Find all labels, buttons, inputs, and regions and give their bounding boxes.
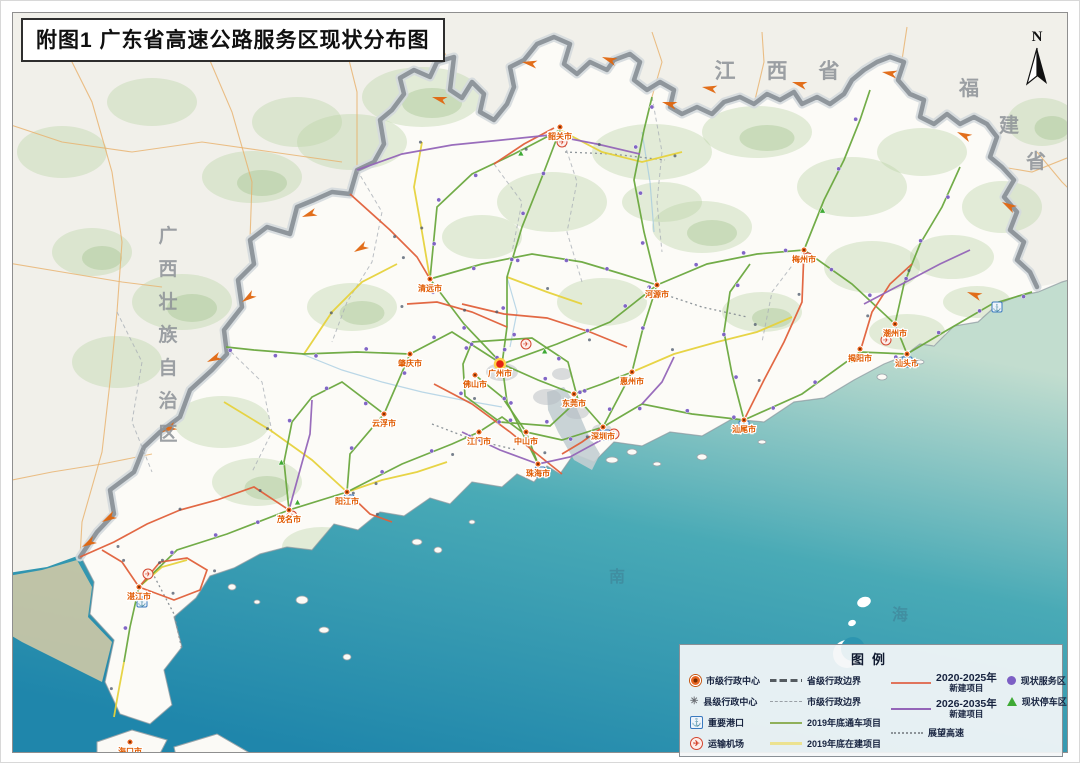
legend: 图例 市级行政中心 ✳ 县级行政中心 ⚓ 重要港口 ✈ 运输机场 xyxy=(679,644,1063,757)
legend-label: 现状停车区 xyxy=(1022,695,1067,708)
svg-text:茂名市: 茂名市 xyxy=(277,514,301,524)
legend-item: 2026-2035年 新建项目 xyxy=(891,696,997,722)
north-arrow-icon xyxy=(1024,46,1050,88)
dotted-line-icon xyxy=(891,732,923,734)
north-arrow: N xyxy=(1017,29,1057,93)
legend-col-projects: 2020-2025年 新建项目 2026-2035年 新建项目 展望高速 xyxy=(891,670,997,754)
legend-item: 市级行政边界 xyxy=(770,691,881,712)
legend-label: 2026-2035年 新建项目 xyxy=(936,699,997,719)
legend-item: 展望高速 xyxy=(891,722,997,743)
legend-label: 市级行政中心 xyxy=(706,674,760,687)
svg-text:✈: ✈ xyxy=(523,342,529,349)
svg-text:江: 江 xyxy=(715,60,736,83)
legend-label: 展望高速 xyxy=(928,726,964,739)
legend-item: ✳ 县级行政中心 xyxy=(690,691,760,712)
svg-text:汕头市: 汕头市 xyxy=(895,358,919,368)
svg-text:汕尾市: 汕尾市 xyxy=(732,424,756,434)
svg-text:惠州市: 惠州市 xyxy=(620,376,644,386)
legend-item: 市级行政中心 xyxy=(690,670,760,691)
airport-icon: ✈ xyxy=(690,737,703,750)
svg-text:韶关市: 韶关市 xyxy=(548,131,572,141)
svg-text:云浮市: 云浮市 xyxy=(372,418,396,428)
province-boundary-line-icon xyxy=(770,679,802,682)
legend-item: 现状服务区 xyxy=(1007,670,1067,691)
svg-text:江门市: 江门市 xyxy=(467,436,491,446)
svg-text:河源市: 河源市 xyxy=(645,289,669,299)
svg-text:建: 建 xyxy=(999,113,1019,137)
legend-item: ✈ 运输机场 xyxy=(690,733,760,754)
svg-text:阳江市: 阳江市 xyxy=(335,496,359,506)
legend-label: 现状服务区 xyxy=(1021,674,1066,687)
legend-col-points: 市级行政中心 ✳ 县级行政中心 ⚓ 重要港口 ✈ 运输机场 xyxy=(690,670,760,754)
screenshot-root: ⚓⚓⚓⚓⚓⚓⚓✈✈✈✈✈✈✈广州市韶关市清远市河源市梅州市潮州市汕头市揭阳市汕尾… xyxy=(0,0,1080,763)
legend-label: 县级行政中心 xyxy=(703,695,757,708)
north-label: N xyxy=(1017,29,1057,46)
svg-text:肇庆市: 肇庆市 xyxy=(397,358,422,368)
service-area-dot-icon xyxy=(1007,676,1016,685)
svg-text:中山市: 中山市 xyxy=(514,436,538,446)
svg-text:区: 区 xyxy=(158,424,177,445)
yellow-line-icon xyxy=(770,742,802,745)
svg-text:壮: 壮 xyxy=(158,290,177,313)
city-boundary-line-icon xyxy=(770,701,802,702)
port-icon: ⚓ xyxy=(690,716,703,729)
parking-area-triangle-icon xyxy=(1007,697,1017,706)
svg-text:南: 南 xyxy=(609,567,625,586)
svg-text:梅州市: 梅州市 xyxy=(792,254,816,264)
svg-text:西: 西 xyxy=(767,60,788,83)
purple-line-icon xyxy=(891,708,931,710)
svg-text:治: 治 xyxy=(158,389,177,412)
svg-text:省: 省 xyxy=(818,60,840,83)
svg-text:广: 广 xyxy=(158,224,177,247)
svg-text:海: 海 xyxy=(892,605,908,624)
map-canvas: ⚓⚓⚓⚓⚓⚓⚓✈✈✈✈✈✈✈广州市韶关市清远市河源市梅州市潮州市汕头市揭阳市汕尾… xyxy=(12,12,1068,753)
red-line-icon xyxy=(891,682,931,684)
city-center-icon xyxy=(690,675,701,686)
legend-item: 2020-2025年 新建项目 xyxy=(891,670,997,696)
legend-col-areas: 现状服务区 现状停车区 xyxy=(1007,670,1067,754)
legend-item: 现状停车区 xyxy=(1007,691,1067,712)
svg-text:族: 族 xyxy=(158,323,178,346)
svg-text:清远市: 清远市 xyxy=(418,283,442,293)
svg-text:东莞市: 东莞市 xyxy=(562,398,586,408)
legend-label: 2019年底在建项目 xyxy=(807,737,881,750)
green-line-icon xyxy=(770,722,802,724)
legend-item: ⚓ 重要港口 xyxy=(690,712,760,733)
svg-text:福: 福 xyxy=(958,77,979,100)
svg-text:潮州市: 潮州市 xyxy=(883,328,907,338)
legend-label: 2020-2025年 新建项目 xyxy=(936,673,997,693)
legend-label: 2019年底通车项目 xyxy=(807,716,881,729)
legend-label: 重要港口 xyxy=(708,716,744,729)
svg-text:揭阳市: 揭阳市 xyxy=(848,353,872,363)
legend-label: 市级行政边界 xyxy=(807,695,861,708)
legend-body: 市级行政中心 ✳ 县级行政中心 ⚓ 重要港口 ✈ 运输机场 省级行 xyxy=(690,670,1054,754)
legend-item: 2019年底在建项目 xyxy=(770,733,881,754)
svg-text:海口市: 海口市 xyxy=(118,746,142,753)
legend-label: 省级行政边界 xyxy=(807,674,861,687)
map-title: 附图1 广东省高速公路服务区现状分布图 xyxy=(21,18,445,62)
svg-text:自: 自 xyxy=(158,356,177,379)
svg-text:⚓: ⚓ xyxy=(993,303,1002,312)
svg-text:广州市: 广州市 xyxy=(488,368,512,378)
legend-label: 运输机场 xyxy=(708,737,744,750)
svg-text:湛江市: 湛江市 xyxy=(127,591,151,601)
legend-item: 2019年底通车项目 xyxy=(770,712,881,733)
svg-text:西: 西 xyxy=(158,259,177,280)
legend-col-boundaries: 省级行政边界 市级行政边界 2019年底通车项目 2019年底在建项目 xyxy=(770,670,881,754)
map-frame: ⚓⚓⚓⚓⚓⚓⚓✈✈✈✈✈✈✈广州市韶关市清远市河源市梅州市潮州市汕头市揭阳市汕尾… xyxy=(12,12,1068,753)
county-center-icon: ✳ xyxy=(690,697,698,707)
svg-text:佛山市: 佛山市 xyxy=(462,379,487,389)
svg-text:✈: ✈ xyxy=(883,338,889,345)
svg-text:深圳市: 深圳市 xyxy=(591,431,615,441)
legend-title: 图例 xyxy=(690,649,1054,668)
svg-text:✈: ✈ xyxy=(145,572,151,579)
svg-text:珠海市: 珠海市 xyxy=(526,468,550,478)
legend-item: 省级行政边界 xyxy=(770,670,881,691)
svg-text:省: 省 xyxy=(1025,150,1046,173)
